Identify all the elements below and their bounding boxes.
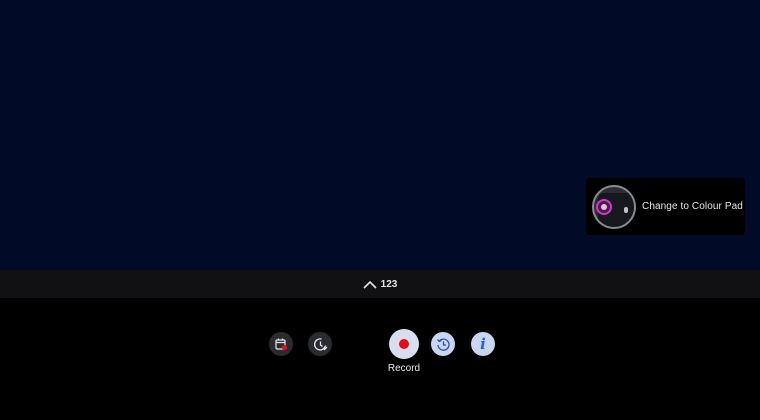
tv-screen: Change to Colour Pad 123 i Record (0, 0, 760, 420)
remote-thumbnail-icon (592, 184, 636, 229)
info-icon: i (480, 334, 486, 353)
remote-button (624, 206, 628, 213)
info-button[interactable]: i (471, 332, 495, 356)
number-pad-bar: 123 (0, 270, 760, 298)
number-pad-label: 123 (380, 278, 398, 290)
chevron-up-icon (363, 280, 377, 289)
number-pad-toggle[interactable]: 123 (363, 278, 398, 290)
timeshift-button[interactable] (431, 332, 455, 356)
calendar-record-icon (275, 338, 288, 351)
toast-text: Change to Colour Pad (642, 201, 743, 212)
schedule-recording-button[interactable] (269, 332, 293, 356)
clock-check-icon (313, 337, 327, 351)
control-bar: i Record (0, 298, 760, 420)
record-label: Record (387, 363, 421, 374)
clock-rewind-icon (436, 338, 450, 351)
colour-button-highlight (596, 198, 612, 215)
record-button[interactable] (389, 329, 419, 359)
record-dot-icon (399, 339, 409, 349)
timer-button[interactable] (308, 332, 332, 356)
colour-pad-toast[interactable]: Change to Colour Pad (586, 178, 745, 235)
